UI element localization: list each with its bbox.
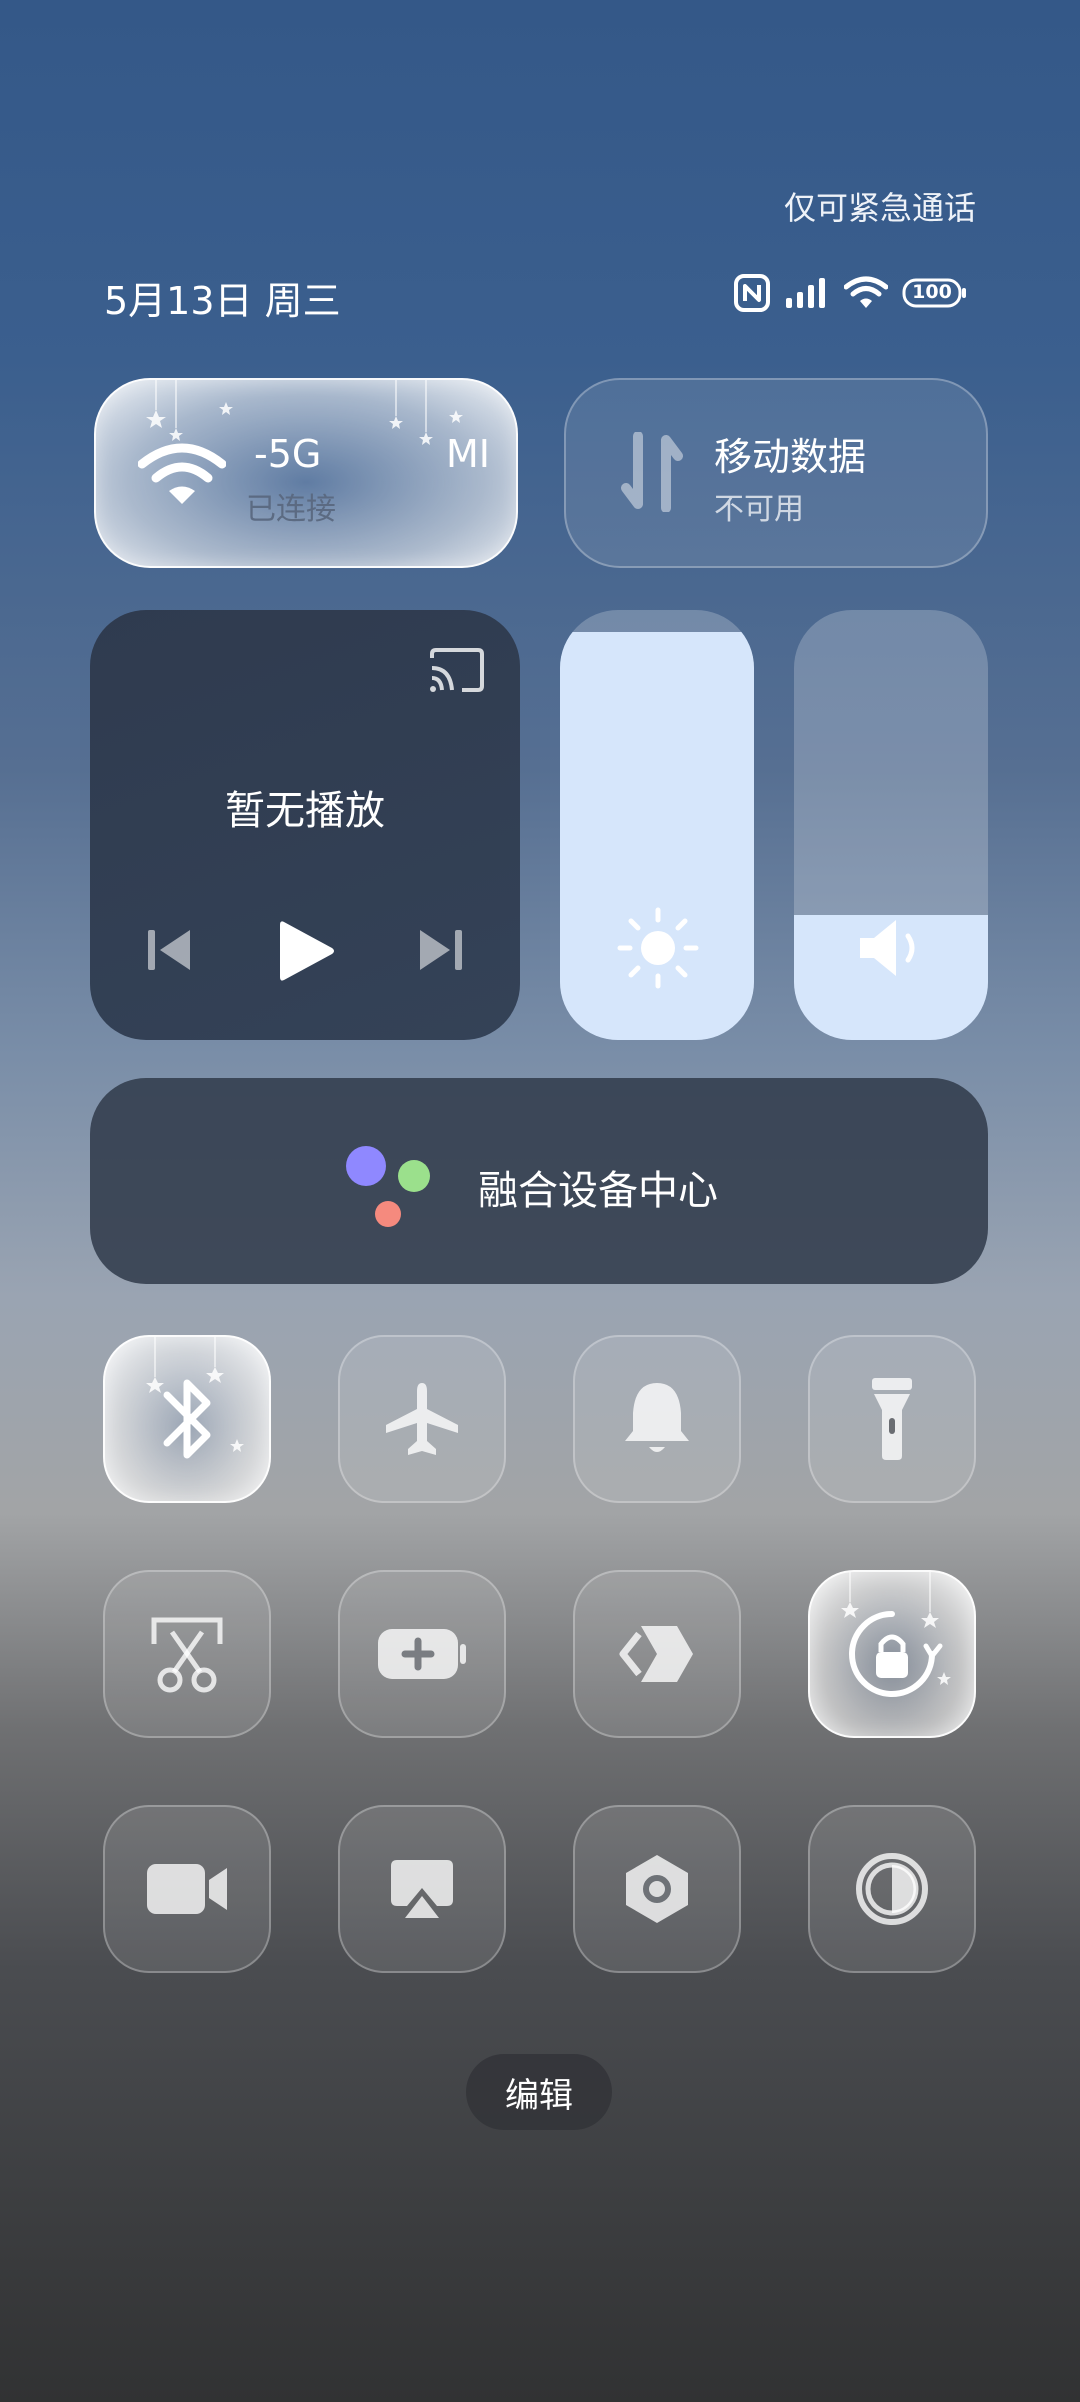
flashlight-icon xyxy=(872,1378,912,1460)
battery-level-text: 100 xyxy=(912,281,952,303)
mobile-data-title: 移动数据 xyxy=(714,435,867,479)
volume-slider[interactable] xyxy=(794,610,988,1040)
sun-icon xyxy=(616,906,700,994)
dark-mode-toggle[interactable] xyxy=(808,1805,976,1973)
play-icon[interactable] xyxy=(278,918,336,988)
device-center-logo xyxy=(344,1144,444,1232)
battery-icon: 100 xyxy=(902,277,968,309)
nfc-icon xyxy=(734,274,770,312)
wifi-ssid-left: -5G xyxy=(254,432,322,476)
dark-mode-icon xyxy=(856,1853,928,1925)
bluetooth-toggle[interactable] xyxy=(103,1335,271,1503)
code-link-icon xyxy=(619,1626,693,1682)
video-icon xyxy=(147,1864,227,1914)
ring-mode-toggle[interactable] xyxy=(573,1335,741,1503)
device-center-label: 融合设备中心 xyxy=(478,1168,718,1214)
rotation-lock-toggle[interactable] xyxy=(808,1570,976,1738)
wifi-icon xyxy=(137,442,227,510)
settings-toggle[interactable] xyxy=(573,1805,741,1973)
data-arrows-icon xyxy=(620,431,684,516)
cast-icon[interactable] xyxy=(428,646,486,698)
screen-cast-icon xyxy=(391,1860,453,1918)
battery-saver-toggle[interactable] xyxy=(338,1570,506,1738)
code-link-toggle[interactable] xyxy=(573,1570,741,1738)
airplane-icon xyxy=(386,1383,458,1455)
speaker-icon xyxy=(856,916,926,984)
date-text: 5月13日 周三 xyxy=(104,279,341,323)
mobile-data-state: 不可用 xyxy=(714,492,804,527)
emergency-call-status: 仅可紧急通话 xyxy=(783,189,976,227)
media-status-title: 暂无播放 xyxy=(225,788,385,834)
bell-icon xyxy=(625,1383,689,1452)
media-player-tile[interactable]: 暂无播放 xyxy=(90,610,520,1040)
hexagon-settings-icon xyxy=(626,1855,688,1923)
bluetooth-icon xyxy=(163,1379,211,1459)
edit-button[interactable]: 编辑 xyxy=(466,2054,612,2130)
wifi-tile[interactable]: -5G MI 已连接 xyxy=(94,378,518,568)
wifi-status-icon xyxy=(844,276,888,310)
screen-cast-toggle[interactable] xyxy=(338,1805,506,1973)
brightness-slider[interactable] xyxy=(560,610,754,1040)
airplane-toggle[interactable] xyxy=(338,1335,506,1503)
device-center-tile[interactable]: 融合设备中心 xyxy=(90,1078,988,1284)
screenshot-toggle[interactable] xyxy=(103,1570,271,1738)
status-icons: 100 xyxy=(734,274,968,312)
screenshot-scissors-icon xyxy=(151,1617,223,1693)
next-icon[interactable] xyxy=(418,926,464,978)
flashlight-toggle[interactable] xyxy=(808,1335,976,1503)
signal-icon xyxy=(784,276,830,310)
wifi-state: 已连接 xyxy=(246,492,336,527)
screen-record-toggle[interactable] xyxy=(103,1805,271,1973)
wifi-ssid-right: MI xyxy=(446,432,490,476)
previous-icon[interactable] xyxy=(146,926,192,978)
battery-saver-icon xyxy=(378,1629,466,1679)
mobile-data-tile[interactable]: 移动数据 不可用 xyxy=(564,378,988,568)
